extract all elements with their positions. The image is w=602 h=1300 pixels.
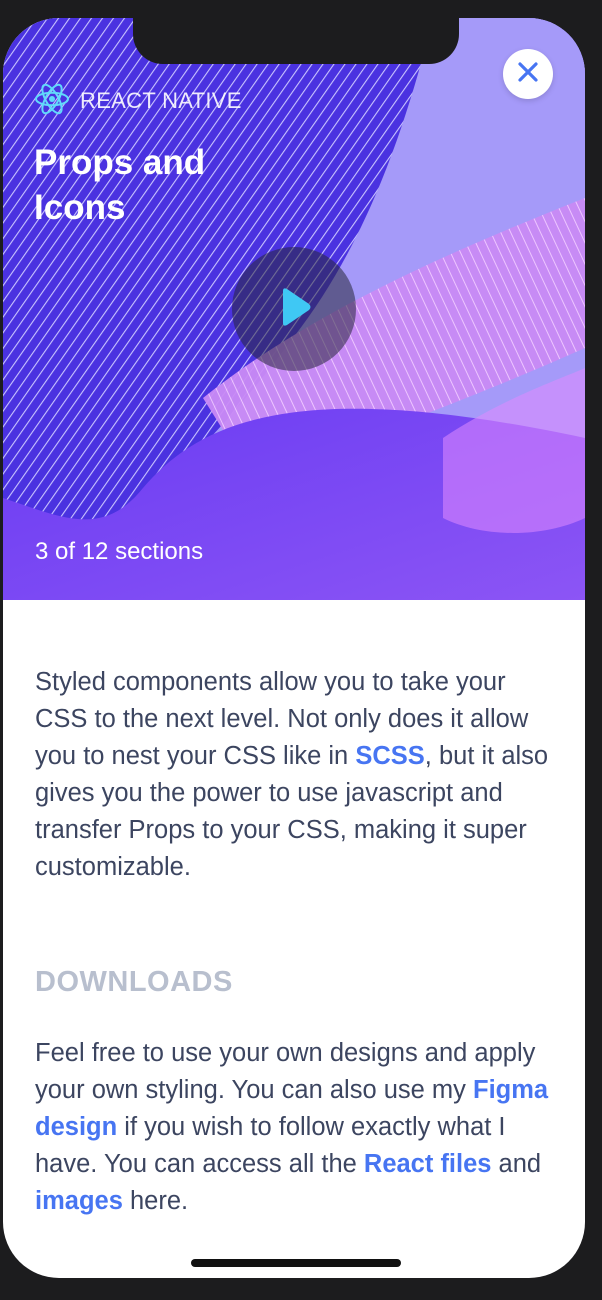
downloads-text-end: here. bbox=[122, 1187, 189, 1215]
react-logo-icon bbox=[34, 81, 70, 122]
brand-label: REACT NATIVE bbox=[80, 88, 242, 113]
close-button[interactable] bbox=[503, 49, 553, 99]
course-hero: REACT NATIVE Props and Icons 3 of 12 sec… bbox=[3, 18, 585, 600]
section-progress: 3 of 12 sections bbox=[35, 538, 204, 565]
intro-paragraph: Styled components allow you to take your… bbox=[35, 664, 563, 886]
scss-link[interactable]: SCSS bbox=[355, 742, 424, 770]
downloads-text: Feel free to use your own designs and ap… bbox=[35, 1039, 536, 1104]
phone-screen: REACT NATIVE Props and Icons 3 of 12 sec… bbox=[3, 18, 585, 1278]
react-files-link[interactable]: React files bbox=[364, 1150, 492, 1178]
brand-row: REACT NATIVE bbox=[34, 83, 242, 119]
images-link[interactable]: images bbox=[35, 1187, 123, 1215]
play-button[interactable] bbox=[232, 247, 356, 371]
downloads-paragraph: Feel free to use your own designs and ap… bbox=[35, 1035, 563, 1220]
home-indicator[interactable] bbox=[191, 1259, 401, 1267]
device-notch bbox=[133, 18, 459, 64]
course-content: Styled components allow you to take your… bbox=[35, 664, 563, 1220]
play-icon bbox=[271, 284, 317, 335]
close-icon bbox=[516, 60, 540, 89]
downloads-heading: DOWNLOADS bbox=[35, 966, 233, 998]
course-title: Props and Icons bbox=[34, 143, 206, 227]
downloads-text-and: and bbox=[491, 1150, 542, 1178]
